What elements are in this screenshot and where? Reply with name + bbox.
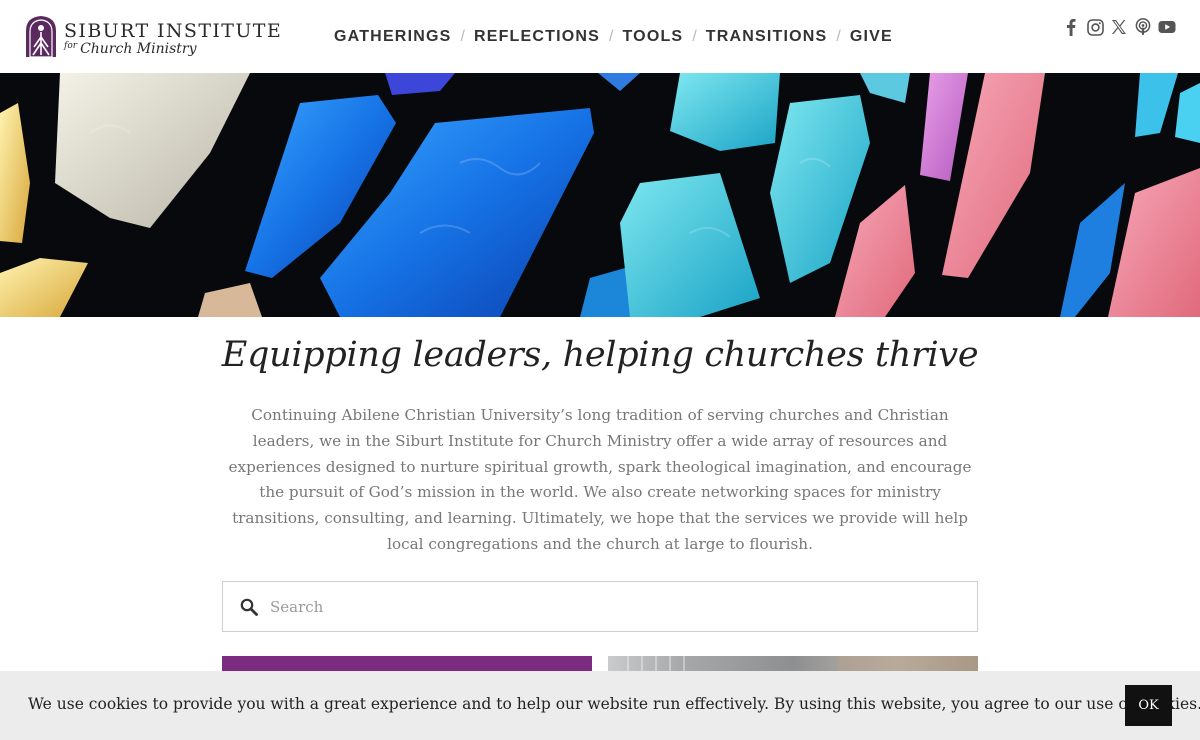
nav-tools[interactable]: TOOLS xyxy=(622,28,683,46)
facebook-icon[interactable] xyxy=(1062,17,1080,37)
nav-separator: / xyxy=(460,28,465,45)
logo-mark-icon xyxy=(26,16,56,57)
intro-paragraph: Continuing Abilene Christian University’… xyxy=(228,406,972,553)
cookie-message: We use cookies to provide you with a gre… xyxy=(28,695,1200,713)
logo-title: SIBURT INSTITUTE xyxy=(64,20,283,42)
main-nav: GATHERINGS / REFLECTIONS / TOOLS / TRANS… xyxy=(334,28,893,46)
search-box xyxy=(222,581,978,632)
logo-subtitle: for Church Ministry xyxy=(64,41,197,57)
nav-gatherings[interactable]: GATHERINGS xyxy=(334,28,451,46)
podcast-icon[interactable] xyxy=(1134,17,1152,37)
nav-transitions[interactable]: TRANSITIONS xyxy=(706,28,828,46)
nav-separator: / xyxy=(836,28,841,45)
nav-separator: / xyxy=(609,28,614,45)
search-input[interactable] xyxy=(268,596,952,617)
instagram-icon[interactable] xyxy=(1086,17,1104,37)
nav-separator: / xyxy=(692,28,697,45)
page-tagline: Equipping leaders, helping churches thri… xyxy=(221,335,979,375)
site-header: SIBURT INSTITUTE for Church Ministry GATH… xyxy=(0,0,1200,73)
nav-reflections[interactable]: REFLECTIONS xyxy=(474,28,600,46)
x-twitter-icon[interactable] xyxy=(1110,17,1128,37)
cookie-banner: We use cookies to provide you with a gre… xyxy=(0,671,1200,740)
stained-glass-image xyxy=(0,73,1200,317)
youtube-icon[interactable] xyxy=(1158,17,1176,37)
cookie-ok-button[interactable]: OK xyxy=(1125,685,1172,726)
nav-give[interactable]: GIVE xyxy=(850,28,893,46)
site-logo[interactable]: SIBURT INSTITUTE for Church Ministry xyxy=(24,14,284,60)
search-icon[interactable] xyxy=(240,598,258,616)
social-links xyxy=(1062,17,1176,37)
hero-banner xyxy=(0,73,1200,317)
